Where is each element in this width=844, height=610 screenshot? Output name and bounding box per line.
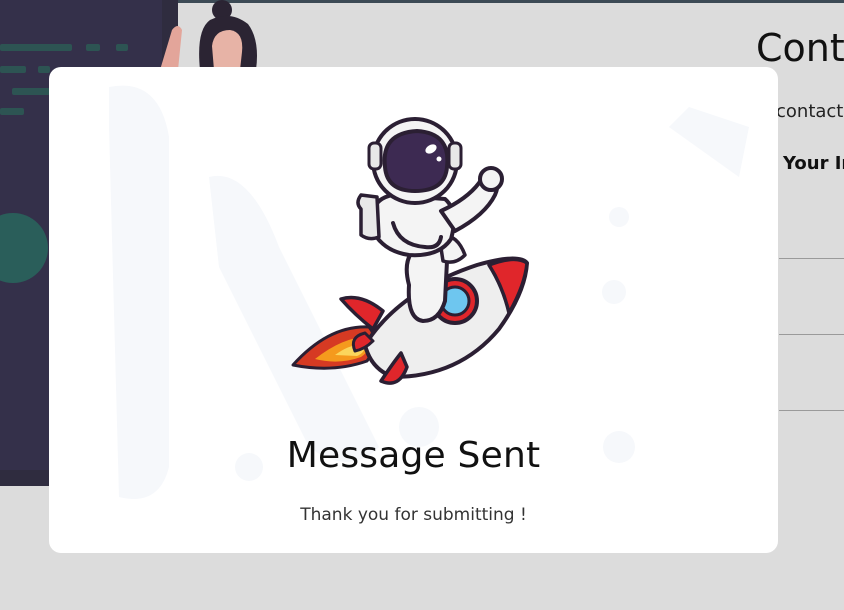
page: Conta contact Your In	[0, 0, 844, 610]
contact-section-label: Your In	[783, 153, 844, 174]
background-code-line	[116, 44, 128, 51]
background-code-line	[12, 88, 50, 95]
background-person-illustration	[160, 0, 257, 70]
form-field-underline[interactable]	[779, 258, 844, 259]
modal-title: Message Sent	[286, 435, 541, 476]
background-code-line	[0, 108, 24, 115]
background-code-line	[86, 44, 100, 51]
message-sent-modal: Message Sent Thank you for submitting !	[49, 67, 778, 553]
background-code-line	[0, 66, 26, 73]
background-code-line	[0, 44, 72, 51]
form-field-underline[interactable]	[779, 334, 844, 335]
form-field-underline[interactable]	[779, 410, 844, 411]
contact-subtitle: contact	[776, 101, 844, 122]
contact-page-title: Conta	[756, 26, 844, 70]
modal-message: Thank you for submitting !	[300, 505, 527, 525]
astronaut-rocket-illustration	[291, 117, 529, 385]
